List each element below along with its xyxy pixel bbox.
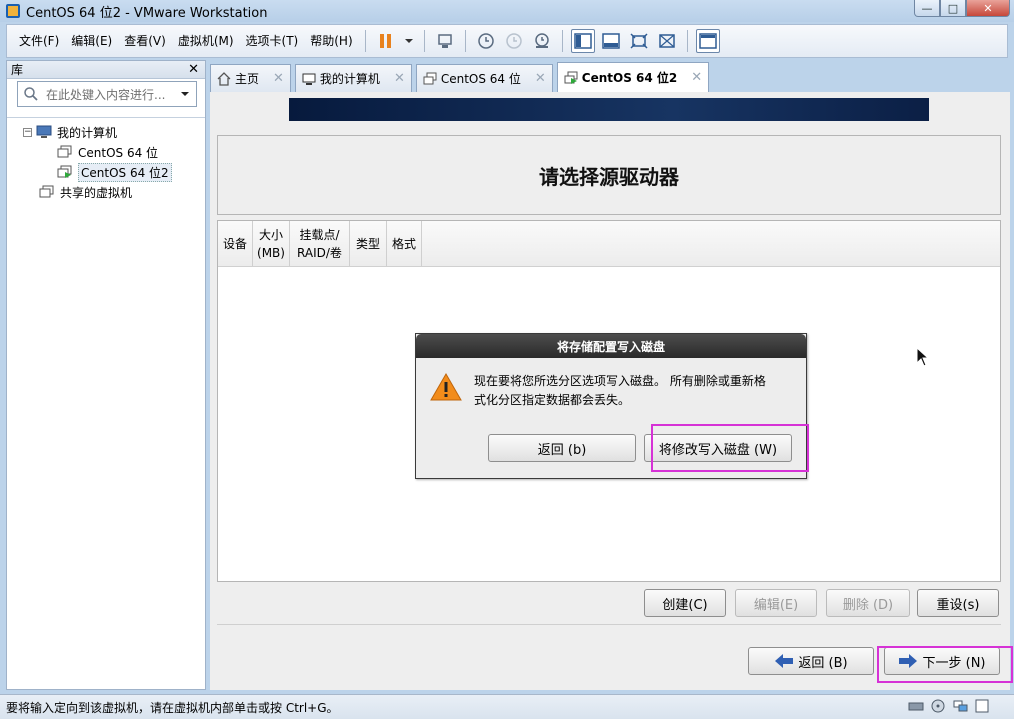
library-panel: 库 ✕ 在此处键入内容进行... − 我的计算机 CentOS 64 位 Cen… (6, 60, 206, 690)
message-log-icon[interactable] (974, 699, 990, 713)
toolbar-separator (686, 30, 688, 52)
partition-table-header: 设备 大小 (MB) 挂载点/RAID/卷 类型 格式 (218, 221, 1000, 267)
column-mount[interactable]: 挂载点/RAID/卷 (290, 221, 350, 266)
column-size[interactable]: 大小 (MB) (253, 221, 290, 266)
chevron-down-icon[interactable] (180, 90, 190, 98)
home-icon (217, 71, 231, 86)
warning-icon (430, 372, 462, 401)
thumbnail-bar-icon[interactable] (599, 29, 623, 53)
close-tab-icon[interactable]: ✕ (691, 70, 702, 85)
dialog-body: 现在要将您所选分区选项写入磁盘。 所有删除或重新格 式化分区指定数据都会丢失。 (416, 358, 806, 410)
close-tab-icon[interactable]: ✕ (535, 71, 546, 86)
library-header: 库 ✕ (7, 61, 205, 79)
tab-my-computer[interactable]: 我的计算机 ✕ (294, 64, 412, 92)
column-format[interactable]: 格式 (387, 221, 422, 266)
hard-disk-icon[interactable] (908, 699, 924, 713)
close-tab-icon[interactable]: ✕ (273, 71, 284, 86)
menu-tabs[interactable]: 选项卡(T) (240, 29, 305, 53)
window-title: CentOS 64 位2 - VMware Workstation (26, 5, 268, 21)
running-vm-icon (57, 165, 72, 178)
tab-centos-64[interactable]: CentOS 64 位 ✕ (415, 64, 553, 92)
minimize-button[interactable]: — (914, 0, 940, 17)
power-dropdown-icon[interactable] (402, 29, 416, 53)
installer-heading-box: 请选择源驱动器 (217, 135, 1001, 215)
computer-icon (302, 73, 316, 85)
shared-vm-icon (39, 185, 54, 198)
status-device-icons (908, 699, 990, 713)
search-icon (24, 87, 38, 101)
tree-item-centos-64-2[interactable]: CentOS 64 位2 (7, 162, 205, 182)
vm-icon (57, 145, 72, 158)
computer-icon (36, 125, 52, 138)
toolbar-separator (364, 30, 366, 52)
column-type[interactable]: 类型 (350, 221, 387, 266)
toolbar-separator (464, 30, 466, 52)
menu-edit[interactable]: 编辑(E) (65, 29, 118, 53)
pause-icon[interactable] (374, 29, 398, 53)
mouse-cursor-icon (916, 347, 930, 367)
tab-home[interactable]: 主页 ✕ (210, 64, 291, 92)
next-button-highlight (877, 646, 1013, 683)
close-window-button[interactable]: ✕ (966, 0, 1010, 17)
back-button[interactable]: 返回 (B) (748, 647, 874, 675)
menu-toolbar: 文件(F) 编辑(E) 查看(V) 虚拟机(M) 选项卡(T) 帮助(H) (6, 24, 1008, 58)
unity-icon[interactable] (655, 29, 679, 53)
library-search-input[interactable]: 在此处键入内容进行... (17, 81, 197, 107)
tree-item-centos-64[interactable]: CentOS 64 位 (7, 142, 205, 162)
button-divider (217, 624, 1001, 625)
running-vm-icon (564, 71, 578, 84)
maximize-button[interactable]: □ (940, 0, 966, 17)
tree-item-shared-vms[interactable]: 共享的虚拟机 (7, 182, 205, 202)
window-controls: — □ ✕ (914, 0, 1010, 17)
console-view-icon[interactable] (695, 29, 720, 53)
reset-button[interactable]: 重设(s) (917, 589, 999, 617)
status-text: 要将输入定向到该虚拟机，请在虚拟机内部单击或按 Ctrl+G。 (6, 700, 339, 715)
menu-file[interactable]: 文件(F) (13, 29, 65, 53)
tree-item-my-computer[interactable]: − 我的计算机 (7, 122, 205, 142)
window-titlebar: CentOS 64 位2 - VMware Workstation — □ ✕ (0, 0, 1014, 22)
menu-vm[interactable]: 虚拟机(M) (172, 29, 240, 53)
tab-strip: 主页 ✕ 我的计算机 ✕ CentOS 64 位 ✕ CentOS 64 位2 … (210, 62, 1010, 92)
snapshot-icon[interactable] (474, 29, 498, 53)
status-bar: 要将输入定向到该虚拟机，请在虚拟机内部单击或按 Ctrl+G。 (0, 694, 1014, 719)
vm-console[interactable]: 请选择源驱动器 设备 大小 (MB) 挂载点/RAID/卷 类型 格式 创建(C)… (210, 92, 1013, 690)
search-placeholder: 在此处键入内容进行... (46, 87, 166, 102)
edit-button[interactable]: 编辑(E) (735, 589, 817, 617)
library-tree: − 我的计算机 CentOS 64 位 CentOS 64 位2 共享的虚拟机 (7, 117, 205, 689)
tab-centos-64-2[interactable]: CentOS 64 位2 ✕ (556, 62, 710, 92)
dialog-title: 将存储配置写入磁盘 (416, 334, 806, 358)
column-device[interactable]: 设备 (218, 221, 253, 266)
show-library-icon[interactable] (570, 29, 595, 53)
toolbar-separator (561, 30, 563, 52)
close-tab-icon[interactable]: ✕ (394, 71, 405, 86)
network-icon[interactable] (952, 699, 968, 713)
arrow-left-icon (775, 654, 794, 668)
close-library-icon[interactable]: ✕ (188, 62, 199, 77)
vmware-app-icon (6, 4, 20, 18)
delete-button[interactable]: 删除 (D) (826, 589, 910, 617)
collapse-icon[interactable]: − (23, 127, 32, 137)
write-button-highlight (651, 424, 809, 472)
dialog-back-button[interactable]: 返回 (b) (488, 434, 636, 462)
library-title: 库 (11, 63, 24, 77)
cd-rom-icon[interactable] (930, 699, 946, 713)
revert-snapshot-icon[interactable] (502, 29, 526, 53)
create-button[interactable]: 创建(C) (644, 589, 726, 617)
toolbar-separator (423, 30, 425, 52)
dialog-message: 现在要将您所选分区选项写入磁盘。 所有删除或重新格 式化分区指定数据都会丢失。 (474, 374, 766, 407)
menu-view[interactable]: 查看(V) (118, 29, 172, 53)
send-ctrl-alt-del-icon[interactable] (433, 29, 457, 53)
menu-help[interactable]: 帮助(H) (304, 29, 358, 53)
snapshot-manager-icon[interactable] (530, 29, 554, 53)
vm-icon (423, 72, 437, 84)
installer-heading: 请选择源驱动器 (539, 164, 679, 189)
fullscreen-icon[interactable] (627, 29, 651, 53)
installer-banner (289, 98, 929, 121)
